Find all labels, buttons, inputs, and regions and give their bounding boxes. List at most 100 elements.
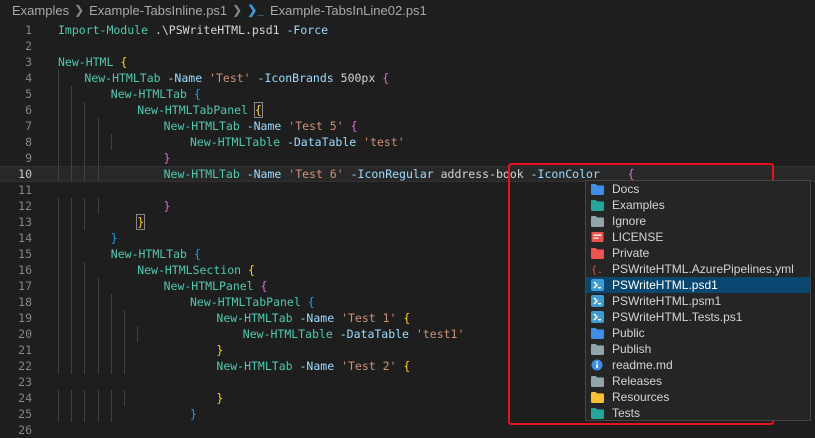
suggest-item[interactable]: Releases: [586, 373, 810, 389]
indent-guide: [84, 214, 86, 230]
suggest-item[interactable]: readme.md: [586, 357, 810, 373]
indent-guide: [84, 342, 86, 358]
code-line[interactable]: 1 Import-Module .\PSWriteHTML.psd1 -Force: [0, 22, 815, 38]
code-token: New-HTMLTab: [216, 359, 293, 373]
suggest-item[interactable]: Ignore: [586, 213, 810, 229]
suggest-item[interactable]: LICENSE: [586, 229, 810, 245]
indent-guide: [84, 278, 86, 294]
code-text: }: [216, 390, 223, 406]
suggest-item[interactable]: {.} PSWriteHTML.AzurePipelines.yml: [586, 261, 810, 277]
suggest-item[interactable]: Docs: [586, 181, 810, 197]
line-number: 7: [25, 119, 32, 133]
code-text: }: [190, 406, 197, 422]
indent-guide: [84, 358, 86, 374]
suggest-widget[interactable]: Docs Examples Ignore LICENSE Private {.} PSWri…: [585, 180, 811, 421]
indent-guide: [84, 102, 86, 118]
indent-guide: [58, 310, 59, 326]
indent-guide: [71, 342, 73, 358]
indent-guide: [71, 278, 73, 294]
chevron-right-icon: ❯: [232, 3, 243, 17]
indent-guide: [58, 198, 59, 214]
indent-guide: [84, 166, 86, 182]
code-token: {: [382, 71, 390, 85]
line-number: 3: [25, 55, 32, 69]
powershell-icon: ❯_: [247, 3, 264, 17]
code-text: New-HTMLPanel {: [164, 278, 268, 294]
code-token: {: [193, 247, 201, 261]
code-line[interactable]: 6 New-HTMLTabPanel {: [0, 102, 815, 118]
suggest-item[interactable]: PSWriteHTML.Tests.ps1: [586, 309, 810, 325]
code-token: New-HTMLTab: [163, 119, 240, 133]
suggest-item-label: readme.md: [612, 358, 673, 372]
yaml-icon: {.}: [590, 263, 604, 275]
code-token: -DataTable: [339, 327, 409, 341]
line-number: 9: [25, 151, 32, 165]
code-text: }: [136, 214, 146, 230]
breadcrumb-item-examples[interactable]: Examples: [12, 3, 69, 18]
code-token: -IconBrands: [257, 71, 334, 85]
suggest-item-label: Examples: [612, 198, 665, 212]
code-line[interactable]: 5 New-HTMLTab {: [0, 86, 815, 102]
code-token: New-HTMLTable: [242, 327, 333, 341]
breadcrumb-item-tabsinline[interactable]: Example-TabsInline.ps1: [89, 3, 227, 18]
code-line[interactable]: 7 New-HTMLTab -Name 'Test 5' {: [0, 118, 815, 134]
indent-guide: [71, 230, 73, 246]
code-line[interactable]: 9}: [0, 150, 815, 166]
suggest-item[interactable]: PSWriteHTML.psm1: [586, 293, 810, 309]
suggest-item[interactable]: Private: [586, 245, 810, 261]
code-token: 'Test 2': [341, 359, 397, 373]
code-token: 'test1': [415, 327, 465, 341]
breadcrumb-item-current-file[interactable]: Example-TabsInLine02.ps1: [270, 3, 427, 18]
code-line[interactable]: 2: [0, 38, 815, 54]
indent-guide: [124, 342, 125, 358]
indent-guide: [58, 230, 59, 246]
indent-guide: [97, 278, 99, 294]
indent-guide: [58, 278, 59, 294]
suggest-item[interactable]: Tests: [586, 405, 810, 420]
code-line[interactable]: 26: [0, 422, 815, 438]
code-token: -Name: [299, 359, 335, 373]
code-token: New-HTMLPanel: [163, 279, 254, 293]
suggest-item[interactable]: Public: [586, 325, 810, 341]
code-text: New-HTMLTab {: [111, 86, 201, 102]
indent-guide: [58, 166, 59, 182]
code-token: {: [260, 279, 268, 293]
indent-guide: [124, 390, 125, 406]
code-token: New-HTMLTab: [110, 247, 187, 261]
code-text: New-HTMLTab -Name 'Test 1' {: [216, 310, 410, 326]
suggest-item[interactable]: PSWriteHTML.psd1: [586, 277, 810, 293]
code-line[interactable]: 4 New-HTMLTab -Name 'Test' -IconBrands 50…: [0, 70, 815, 86]
suggest-item[interactable]: Publish: [586, 341, 810, 357]
code-line[interactable]: 8 New-HTMLTable -DataTable 'test': [0, 134, 815, 150]
indent-guide: [71, 358, 73, 374]
code-token: }: [163, 199, 171, 213]
indent-guide: [110, 310, 112, 326]
code-token: 500px: [333, 71, 383, 85]
indent-guide: [58, 262, 59, 278]
line-number: 2: [25, 39, 32, 53]
indent-guide: [84, 294, 86, 310]
indent-guide: [58, 342, 59, 358]
indent-guide: [97, 294, 99, 310]
breadcrumb: Examples ❯ Example-TabsInline.ps1 ❯ ❯_ E…: [0, 0, 815, 20]
folder-icon: [590, 375, 604, 387]
chevron-right-icon: ❯: [74, 3, 85, 17]
suggest-item[interactable]: Examples: [586, 197, 810, 213]
suggest-item[interactable]: Resources: [586, 389, 810, 405]
suggest-item-label: Resources: [612, 390, 670, 404]
indent-guide: [58, 214, 59, 230]
indent-guide: [71, 262, 73, 278]
powershell-icon: [590, 279, 604, 291]
code-token: }: [136, 214, 146, 230]
code-text: New-HTMLTabPanel {: [137, 102, 263, 118]
indent-guide: [71, 150, 73, 166]
indent-guide: [97, 150, 99, 166]
code-line[interactable]: 3 New-HTML {: [0, 54, 815, 70]
